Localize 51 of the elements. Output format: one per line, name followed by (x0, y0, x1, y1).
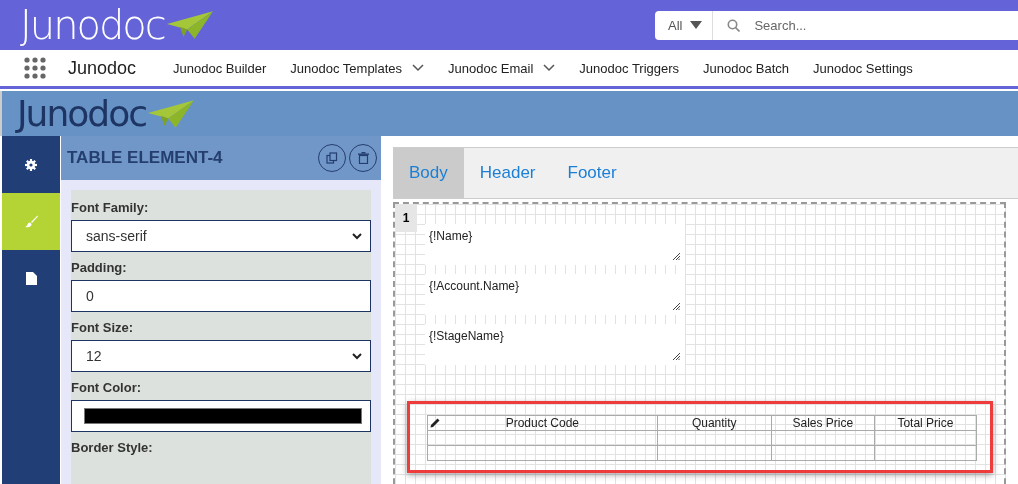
pencil-icon[interactable] (430, 418, 440, 428)
select-field[interactable]: sans-serif (71, 220, 371, 252)
caret-icon (352, 352, 362, 360)
table-header-cell: Total Price (874, 415, 977, 431)
tab[interactable]: Header (463, 148, 552, 198)
file-icon (25, 272, 37, 285)
field-label: Border Style: (71, 440, 154, 455)
text-area[interactable]: {!Name} (425, 224, 685, 265)
panel-title: TABLE ELEMENT-4 (67, 148, 223, 168)
chevron-down-icon[interactable] (412, 64, 425, 72)
table-element[interactable]: Product Code Quantity Sales Price Total Price (407, 401, 993, 473)
row-number: 1 (395, 204, 417, 232)
table-header-cell: Product Code (427, 415, 658, 431)
nav-item[interactable]: Junodoc Triggers (579, 60, 680, 76)
input-field[interactable]: 0 (71, 280, 371, 312)
field-label: Font Color: (71, 380, 143, 395)
select-field[interactable]: 12 (71, 340, 371, 372)
search-field[interactable]: All Search... (655, 10, 1018, 40)
paper-plane-icon (147, 99, 194, 128)
nav-item[interactable]: Junodoc Templates (290, 60, 403, 76)
logo-text: Junodoc (17, 95, 146, 132)
nav-item[interactable]: Junodoc Builder (173, 60, 267, 76)
gear-icon (25, 158, 37, 171)
tab[interactable]: Footer (551, 148, 633, 198)
logo-text: Junodoc (20, 5, 165, 45)
trash-icon (357, 152, 369, 164)
text-area[interactable]: {!Account.Name} (425, 274, 685, 315)
brush-icon (24, 215, 38, 228)
nav-item[interactable]: Junodoc Email (448, 60, 534, 76)
caret-icon (690, 21, 703, 29)
table-header-cell: Quantity (657, 415, 772, 431)
caret-icon (352, 232, 362, 240)
paper-plane-icon (166, 11, 213, 39)
resize-grip-icon[interactable] (673, 353, 680, 360)
resize-grip-icon[interactable] (673, 303, 680, 310)
app-name: Junodoc (68, 57, 137, 79)
color-field[interactable] (71, 400, 371, 432)
scope-label: All (668, 17, 683, 33)
search-placeholder: Search... (754, 17, 807, 33)
app-launcher-icon[interactable] (24, 57, 46, 79)
copy-icon (326, 152, 338, 164)
chevron-down-icon[interactable] (543, 64, 556, 72)
field-label: Font Family: (71, 200, 150, 215)
table-header-cell: Sales Price (771, 415, 875, 431)
text-area[interactable]: {!StageName} (425, 324, 685, 365)
nav-item[interactable]: Junodoc Batch (703, 60, 790, 76)
search-icon (727, 18, 741, 32)
field-label: Padding: (71, 260, 128, 275)
resize-grip-icon[interactable] (673, 253, 680, 260)
field-label: Font Size: (71, 320, 135, 335)
nav-item[interactable]: Junodoc Settings (813, 60, 913, 76)
